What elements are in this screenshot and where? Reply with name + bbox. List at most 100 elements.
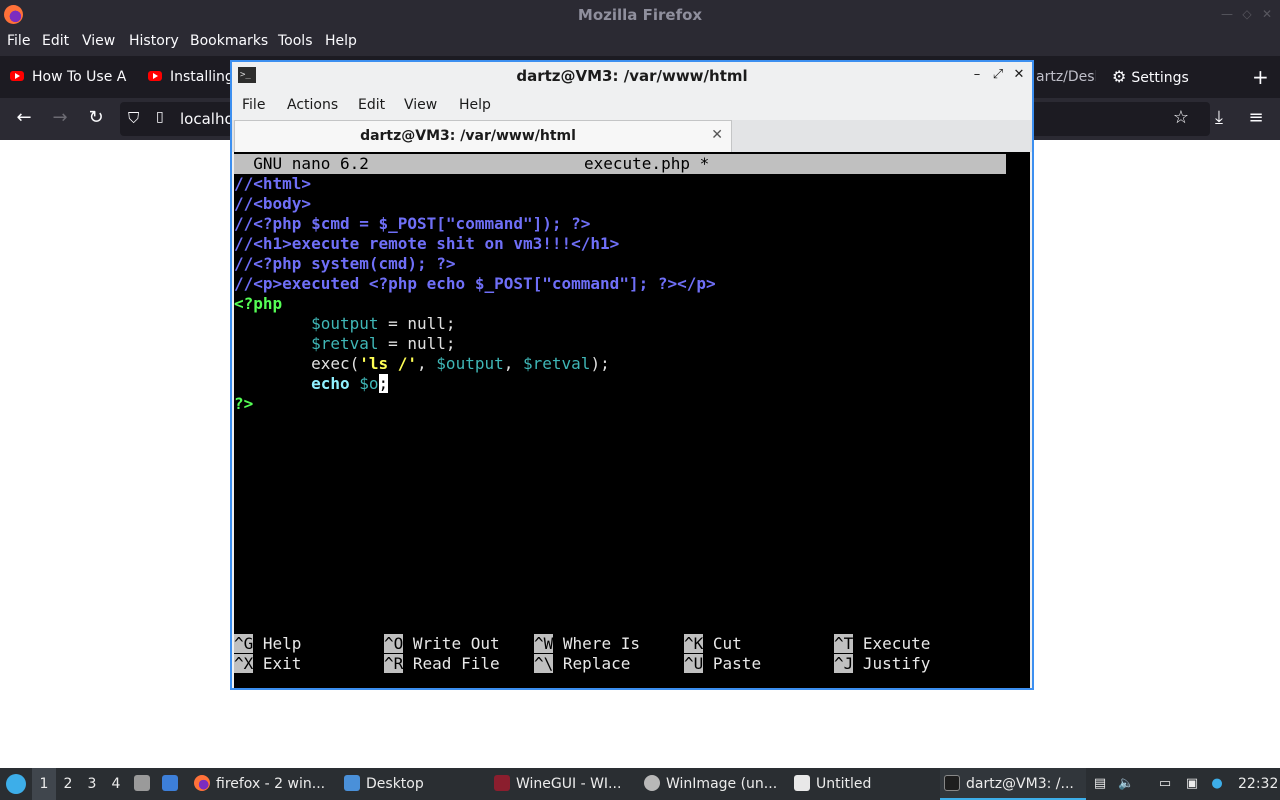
shield-icon[interactable]: ⛉ — [128, 109, 139, 127]
task-winegui[interactable]: WineGUI - WI... — [494, 768, 634, 800]
nano-filename: execute.php * — [584, 154, 710, 173]
shortcut-label: Help — [262, 634, 302, 653]
code-token: exec( — [234, 354, 360, 373]
code-line: $retval = null; — [234, 334, 456, 354]
code-token: = null; — [378, 314, 456, 333]
clock[interactable]: 22:32 — [1238, 768, 1278, 800]
code-token: $o — [359, 374, 379, 393]
task-terminal[interactable]: dartz@VM3: /... — [940, 768, 1086, 800]
volume-icon[interactable]: 🔈 — [1118, 776, 1134, 792]
code-token: $output — [436, 354, 504, 373]
task-winimage[interactable]: WinImage (un... — [644, 768, 784, 800]
shortcut-label: Cut — [712, 634, 742, 653]
show-desktop-button[interactable] — [162, 768, 184, 800]
menu-help[interactable]: Help — [325, 33, 357, 49]
task-label: Untitled — [816, 776, 872, 792]
code-token: = null; — [378, 334, 456, 353]
desktop-icon — [162, 775, 178, 791]
shortcut-label: Exit — [262, 654, 302, 673]
code-token: $retval — [311, 334, 379, 353]
menu-actions[interactable]: Actions — [287, 97, 338, 113]
minimize-icon[interactable]: – — [968, 66, 986, 84]
firefox-menubar: File Edit View History Bookmarks Tools H… — [0, 30, 1280, 56]
shortcut-item: ^W Where Is — [534, 634, 640, 654]
menu-edit[interactable]: Edit — [42, 33, 69, 49]
shortcut-key: ^T — [834, 634, 854, 653]
menu-tools[interactable]: Tools — [278, 33, 313, 49]
maximize-icon[interactable]: ⤢ — [989, 66, 1007, 84]
shortcut-item: ^O Write Out — [384, 634, 500, 654]
menu-view[interactable]: View — [82, 33, 115, 49]
code-line: //<?php system(cmd); ?> — [234, 254, 456, 274]
menu-bookmarks[interactable]: Bookmarks — [190, 33, 268, 49]
close-icon[interactable]: ✕ — [1010, 66, 1028, 84]
workspace-4[interactable]: 4 — [104, 768, 128, 800]
firefox-window-title: Mozilla Firefox — [577, 6, 703, 24]
shortcut-key: ^O — [384, 634, 404, 653]
browser-tab-settings[interactable]: ⚙ Settings — [1112, 56, 1222, 98]
code-token: //<h1>execute remote shit on vm3!!!</h1> — [234, 234, 620, 253]
shortcut-item: ^\ Replace — [534, 654, 630, 674]
code-token: //<?php system(cmd); ?> — [234, 254, 456, 273]
clipboard-icon[interactable]: ▤ — [1092, 776, 1108, 792]
task-desktop[interactable]: Desktop — [344, 768, 484, 800]
workspace-2[interactable]: 2 — [56, 768, 80, 800]
shortcut-key: ^\ — [534, 654, 554, 673]
workspace-1[interactable]: 1 — [32, 768, 56, 800]
shortcut-label: Replace — [562, 654, 631, 673]
tab-label: artz/Desk — [1036, 69, 1096, 85]
terminal-titlebar[interactable]: >_ dartz@VM3: /var/www/html – ⤢ ✕ — [232, 62, 1032, 90]
hamburger-menu-icon[interactable]: ≡ — [1244, 106, 1268, 130]
page-icon: ▯ — [156, 109, 164, 125]
new-tab-button[interactable]: + — [1252, 56, 1272, 98]
browser-tab[interactable]: artz/Desk — [1036, 56, 1096, 98]
start-menu-button[interactable] — [4, 768, 30, 800]
minimize-icon[interactable]: — — [1220, 7, 1234, 21]
task-firefox[interactable]: firefox - 2 win... — [194, 768, 334, 800]
close-icon[interactable]: ✕ — [1260, 7, 1274, 21]
url-text[interactable]: localho — [180, 110, 234, 128]
browser-tab[interactable]: How To Use A — [10, 56, 130, 98]
code-token: <?php — [234, 294, 283, 313]
network-icon[interactable]: ▣ — [1184, 776, 1200, 792]
menu-view[interactable]: View — [404, 97, 437, 113]
nano-editor[interactable]: GNU nano 6.2 execute.php * //<html>//<bod… — [234, 152, 1030, 688]
browser-tab[interactable]: Installing — [148, 56, 230, 98]
terminal-tab[interactable]: dartz@VM3: /var/www/html ✕ — [234, 120, 732, 152]
terminal-tab-label: dartz@VM3: /var/www/html — [360, 128, 576, 144]
menu-edit[interactable]: Edit — [358, 97, 385, 113]
shortcut-key: ^U — [684, 654, 704, 673]
shortcut-key: ^X — [234, 654, 254, 673]
shortcut-item: ^T Execute — [834, 634, 930, 654]
code-token: ?> — [234, 394, 254, 413]
bookmark-star-icon[interactable]: ☆ — [1169, 106, 1193, 130]
tab-label: Settings — [1131, 70, 1189, 86]
file-manager-launcher[interactable] — [134, 768, 154, 800]
back-arrow-icon[interactable]: ← — [12, 106, 36, 130]
reload-icon[interactable]: ↻ — [84, 106, 108, 130]
shortcut-label: Paste — [712, 654, 762, 673]
menu-file[interactable]: File — [7, 33, 30, 49]
download-icon[interactable]: ⤓ — [1207, 106, 1231, 130]
close-tab-icon[interactable]: ✕ — [711, 127, 723, 143]
shortcut-item: ^R Read File — [384, 654, 500, 674]
shortcut-label: Execute — [862, 634, 931, 653]
workspace-3[interactable]: 3 — [80, 768, 104, 800]
gear-icon: ⚙ — [1112, 67, 1127, 86]
menu-help[interactable]: Help — [459, 97, 491, 113]
menu-file[interactable]: File — [242, 97, 265, 113]
folder-icon — [344, 775, 360, 791]
shortcut-key: ^W — [534, 634, 554, 653]
task-untitled[interactable]: Untitled — [794, 768, 934, 800]
task-label: WineGUI - WI... — [516, 776, 622, 792]
notes-icon[interactable]: ▭ — [1157, 776, 1173, 792]
update-notifier-icon[interactable]: ● — [1209, 776, 1225, 792]
file-cabinet-icon — [134, 775, 150, 791]
code-line: ?> — [234, 394, 253, 414]
menu-history[interactable]: History — [129, 33, 179, 49]
forward-arrow-icon[interactable]: → — [48, 106, 72, 130]
shortcut-item: ^X Exit — [234, 654, 301, 674]
code-line: //<html> — [234, 174, 311, 194]
maximize-icon[interactable]: ◇ — [1240, 7, 1254, 21]
